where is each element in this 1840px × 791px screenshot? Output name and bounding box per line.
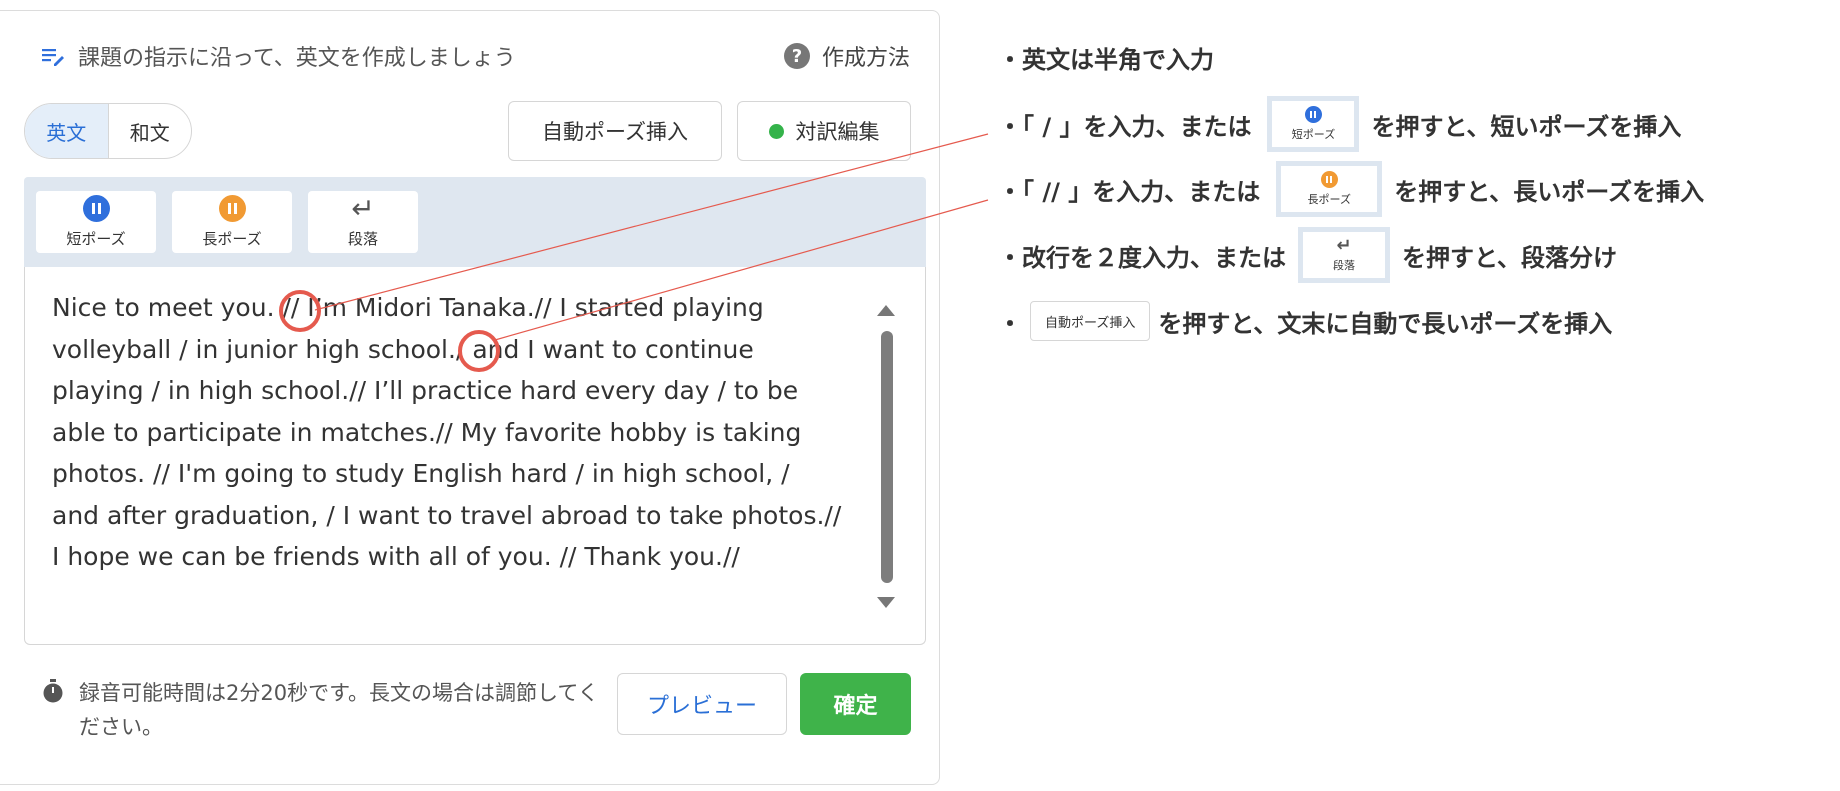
mini-paragraph-button: ↵ 段落 — [1298, 227, 1390, 283]
instruction-text: ・「 / 」を入力、または — [998, 112, 1252, 141]
instruction-paragraph: ・改行を２度入力、または ↵ 段落 を押すと、段落分け — [998, 227, 1617, 283]
scroll-down-arrow[interactable] — [877, 597, 895, 608]
paragraph-button[interactable]: ↵ 段落 — [308, 191, 418, 253]
instruction-text: ・英文は半角で入力 — [998, 46, 1214, 74]
instruction-text: を押すと、短いポーズを挿入 — [1371, 112, 1682, 141]
toggle-japanese[interactable]: 和文 — [109, 104, 192, 158]
mini-label: 長ポーズ — [1307, 193, 1351, 206]
short-pause-label: 短ポーズ — [66, 230, 126, 248]
recording-time-note: 録音可能時間は2分20秒です。長文の場合は調節してください。 — [79, 681, 599, 739]
scroll-up-arrow[interactable] — [877, 305, 895, 316]
instruction-text: ・ — [998, 309, 1022, 338]
short-pause-icon — [82, 195, 110, 222]
short-pause-callout — [458, 330, 500, 372]
long-pause-icon — [1320, 171, 1338, 188]
help-link[interactable]: ? 作成方法 — [783, 40, 910, 72]
confirm-button[interactable]: 確定 — [800, 673, 911, 735]
instruction-text: ・改行を２度入力、または — [998, 243, 1286, 272]
language-toggle: 英文 和文 — [24, 103, 192, 159]
short-pause-icon — [1304, 106, 1322, 123]
help-icon: ? — [783, 43, 810, 69]
preview-button[interactable]: プレビュー — [617, 673, 787, 735]
long-pause-label: 長ポーズ — [202, 230, 262, 248]
page-title: 課題の指示に沿って、英文を作成しましょう — [78, 46, 516, 71]
panel-header: 課題の指示に沿って、英文を作成しましょう ? 作成方法 — [40, 28, 910, 84]
instruction-text: を押すと、段落分け — [1402, 243, 1618, 272]
status-dot-icon — [768, 123, 784, 139]
mini-long-pause-button: 長ポーズ — [1276, 161, 1383, 217]
mini-auto-pause-button: 自動ポーズ挿入 — [1030, 301, 1151, 341]
mini-short-pause-button: 短ポーズ — [1267, 96, 1360, 152]
timer-icon — [43, 679, 63, 703]
short-pause-button[interactable]: 短ポーズ — [36, 191, 156, 253]
instruction-auto-pause: ・ 自動ポーズ挿入 を押すと、文末に自動で長いポーズを挿入 — [998, 301, 1612, 341]
long-pause-button[interactable]: 長ポーズ — [172, 191, 292, 253]
paragraph-label: 段落 — [347, 230, 378, 248]
auto-pause-button[interactable]: 自動ポーズ挿入 — [508, 101, 722, 161]
instruction-text: を押すと、長いポーズを挿入 — [1394, 177, 1705, 206]
long-pause-callout — [279, 290, 321, 332]
long-pause-icon — [218, 195, 246, 222]
english-text-editor[interactable]: Nice to meet you. // I’m Midori Tanaka./… — [24, 267, 926, 645]
pause-toolbar: 短ポーズ 長ポーズ ↵ 段落 — [24, 177, 926, 267]
enter-icon: ↵ — [1336, 235, 1352, 256]
instruction-text: ・「 // 」を入力、または — [998, 177, 1261, 206]
instruction-short-pause: ・「 / 」を入力、または 短ポーズ を押すと、短いポーズを挿入 — [998, 96, 1681, 152]
toggle-english[interactable]: 英文 — [25, 104, 109, 158]
mini-label: 段落 — [1333, 259, 1355, 272]
instruction-text: を押すと、文末に自動で長いポーズを挿入 — [1158, 309, 1613, 338]
editor-text[interactable]: Nice to meet you. // I’m Midori Tanaka./… — [52, 287, 842, 578]
enter-icon: ↵ — [351, 192, 375, 225]
auto-pause-label: 自動ポーズ挿入 — [542, 120, 688, 144]
instruction-long-pause: ・「 // 」を入力、または 長ポーズ を押すと、長いポーズを挿入 — [998, 161, 1704, 217]
help-label: 作成方法 — [821, 46, 910, 71]
mini-label: 短ポーズ — [1291, 128, 1336, 141]
scrollbar-thumb[interactable] — [881, 331, 893, 583]
bilingual-edit-label: 対訳編集 — [795, 120, 880, 144]
edit-note-icon — [42, 49, 64, 66]
bilingual-edit-button[interactable]: 対訳編集 — [737, 101, 911, 161]
instruction-halfwidth: ・英文は半角で入力 — [998, 40, 1214, 75]
